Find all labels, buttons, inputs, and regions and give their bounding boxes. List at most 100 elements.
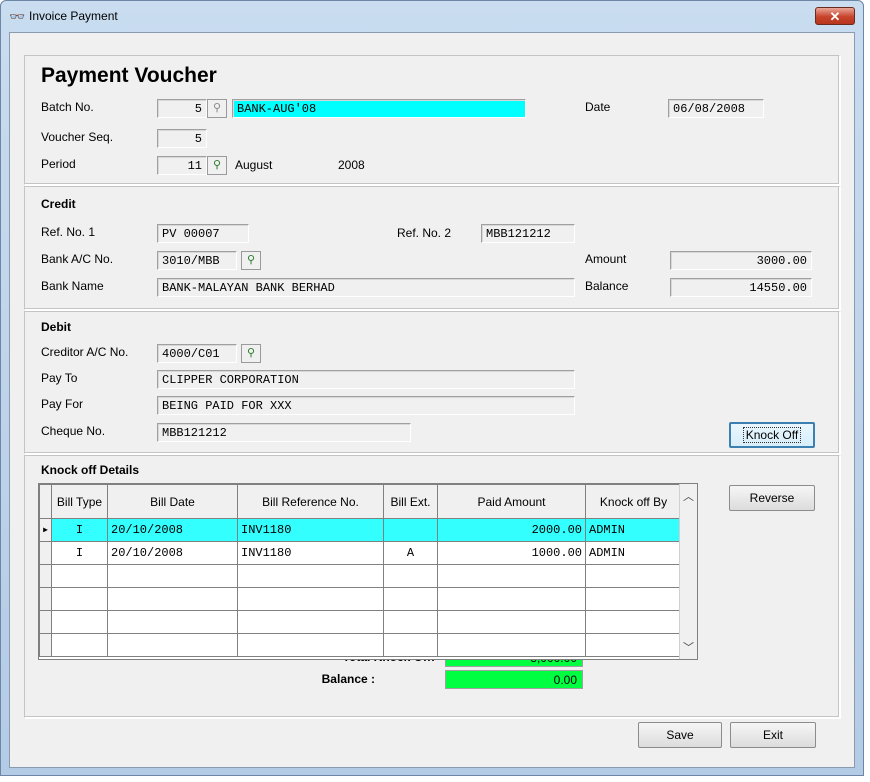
- table-row[interactable]: I 20/10/2008 INV1180 A 1000.00 ADMIN: [39, 541, 682, 565]
- ref2-label: Ref. No. 2: [397, 226, 452, 240]
- reverse-button[interactable]: Reverse: [729, 485, 815, 511]
- cell-paid-amount[interactable]: 2000.00: [437, 518, 586, 542]
- row-indicator: [39, 610, 52, 634]
- close-button[interactable]: ✕: [815, 7, 855, 25]
- batch-lookup-icon[interactable]: ⚲: [207, 99, 227, 118]
- date-field[interactable]: 06/08/2008: [668, 99, 764, 118]
- ref1-label: Ref. No. 1: [41, 225, 96, 239]
- amount-field[interactable]: 3000.00: [670, 251, 812, 270]
- table-row[interactable]: [39, 587, 682, 611]
- cell-bill-ref[interactable]: [237, 587, 384, 611]
- title-bar: 👓 Invoice Payment ✕: [1, 1, 863, 31]
- col-bill-ext[interactable]: Bill Ext.: [383, 484, 438, 519]
- cell-bill-ref[interactable]: [237, 610, 384, 634]
- cell-bill-date[interactable]: 20/10/2008: [107, 518, 238, 542]
- bank-ac-field[interactable]: 3010/MBB: [157, 251, 237, 270]
- cell-bill-type[interactable]: [51, 610, 108, 634]
- cell-bill-ext[interactable]: [383, 610, 438, 634]
- invoice-payment-window: 👓 Invoice Payment ✕ Payment Voucher Batc…: [0, 0, 864, 776]
- row-indicator: [39, 564, 52, 588]
- voucher-panel: Payment Voucher Batch No. 5 ⚲ BANK-AUG'0…: [24, 55, 840, 185]
- cell-bill-ext[interactable]: [383, 518, 438, 542]
- knockoff-grid[interactable]: Bill Type Bill Date Bill Reference No. B…: [38, 483, 698, 660]
- batch-label: Batch No.: [41, 100, 94, 114]
- cell-paid-amount[interactable]: [437, 633, 586, 657]
- save-button[interactable]: Save: [638, 722, 722, 748]
- knockoff-table: Bill Type Bill Date Bill Reference No. B…: [39, 484, 682, 657]
- cell-bill-date[interactable]: [107, 610, 238, 634]
- ref2-field[interactable]: MBB121212: [481, 224, 575, 243]
- cell-knockoff-by[interactable]: ADMIN: [585, 518, 682, 542]
- cell-bill-ext[interactable]: [383, 587, 438, 611]
- col-knockoff-by[interactable]: Knock off By: [585, 484, 682, 519]
- cell-bill-type[interactable]: I: [51, 541, 108, 565]
- cell-bill-ref[interactable]: [237, 564, 384, 588]
- creditor-label: Creditor A/C No.: [41, 345, 129, 359]
- bank-ac-lookup-icon[interactable]: ⚲: [241, 251, 261, 270]
- col-paid-amount[interactable]: Paid Amount: [437, 484, 586, 519]
- cell-knockoff-by[interactable]: [585, 633, 682, 657]
- period-year: 2008: [338, 158, 365, 172]
- exit-label: Exit: [762, 728, 783, 742]
- cell-bill-ref[interactable]: INV1180: [237, 541, 384, 565]
- table-row[interactable]: [39, 610, 682, 634]
- cell-bill-date[interactable]: [107, 564, 238, 588]
- cell-bill-date[interactable]: 20/10/2008: [107, 541, 238, 565]
- balance-field[interactable]: 14550.00: [670, 278, 812, 297]
- col-bill-date[interactable]: Bill Date: [107, 484, 238, 519]
- cell-bill-ext[interactable]: [383, 564, 438, 588]
- cell-bill-ref[interactable]: INV1180: [237, 518, 384, 542]
- ref1-field[interactable]: PV 00007: [157, 224, 249, 243]
- payfor-field[interactable]: BEING PAID FOR XXX: [157, 396, 575, 415]
- cell-bill-ext[interactable]: [383, 633, 438, 657]
- period-field[interactable]: 11: [157, 156, 207, 175]
- cheque-field[interactable]: MBB121212: [157, 423, 411, 442]
- creditor-lookup-icon[interactable]: ⚲: [241, 344, 261, 363]
- cell-knockoff-by[interactable]: [585, 587, 682, 611]
- cell-bill-date[interactable]: [107, 587, 238, 611]
- voucher-seq-field[interactable]: 5: [157, 129, 207, 148]
- table-row[interactable]: [39, 564, 682, 588]
- cell-knockoff-by[interactable]: [585, 610, 682, 634]
- row-indicator-header: [39, 484, 52, 519]
- cell-knockoff-by[interactable]: [585, 564, 682, 588]
- bank-ac-label: Bank A/C No.: [41, 252, 114, 266]
- period-lookup-icon[interactable]: ⚲: [207, 156, 227, 175]
- cell-bill-type[interactable]: [51, 564, 108, 588]
- cell-paid-amount[interactable]: 1000.00: [437, 541, 586, 565]
- row-indicator: [39, 541, 52, 565]
- cell-bill-date[interactable]: [107, 633, 238, 657]
- cell-paid-amount[interactable]: [437, 587, 586, 611]
- table-header-row: Bill Type Bill Date Bill Reference No. B…: [39, 484, 682, 519]
- cell-paid-amount[interactable]: [437, 564, 586, 588]
- table-row[interactable]: ▶ I 20/10/2008 INV1180 2000.00 ADMIN: [39, 518, 682, 542]
- batch-name-field[interactable]: BANK-AUG'08: [232, 99, 526, 118]
- exit-button[interactable]: Exit: [730, 722, 816, 748]
- knock-off-label: Knock Off: [742, 427, 802, 443]
- debit-panel: Debit Creditor A/C No. 4000/C01 ⚲ Pay To…: [24, 311, 840, 454]
- cell-bill-type[interactable]: [51, 633, 108, 657]
- window-title: Invoice Payment: [29, 9, 118, 23]
- cell-bill-type[interactable]: [51, 587, 108, 611]
- cell-bill-type[interactable]: I: [51, 518, 108, 542]
- col-bill-type[interactable]: Bill Type: [51, 484, 108, 519]
- cell-paid-amount[interactable]: [437, 610, 586, 634]
- period-month: August: [235, 158, 273, 172]
- scroll-down-icon[interactable]: ﹀: [680, 639, 697, 655]
- cell-bill-ref[interactable]: [237, 633, 384, 657]
- date-label: Date: [585, 100, 611, 114]
- col-bill-ref[interactable]: Bill Reference No.: [237, 484, 384, 519]
- scroll-up-icon[interactable]: ︿: [680, 488, 697, 504]
- cell-knockoff-by[interactable]: ADMIN: [585, 541, 682, 565]
- credit-header: Credit: [41, 197, 76, 211]
- knockoff-header: Knock off Details: [41, 463, 140, 477]
- cell-bill-ext[interactable]: A: [383, 541, 438, 565]
- batch-no-field[interactable]: 5: [157, 99, 207, 118]
- payto-field[interactable]: CLIPPER CORPORATION: [157, 370, 575, 389]
- creditor-field[interactable]: 4000/C01: [157, 344, 237, 363]
- row-indicator: [39, 633, 52, 657]
- table-row[interactable]: [39, 633, 682, 657]
- knock-off-button[interactable]: Knock Off: [729, 422, 815, 448]
- bank-name-field[interactable]: BANK-MALAYAN BANK BERHAD: [157, 278, 575, 297]
- grid-vertical-scrollbar[interactable]: ︿ ﹀: [679, 484, 697, 659]
